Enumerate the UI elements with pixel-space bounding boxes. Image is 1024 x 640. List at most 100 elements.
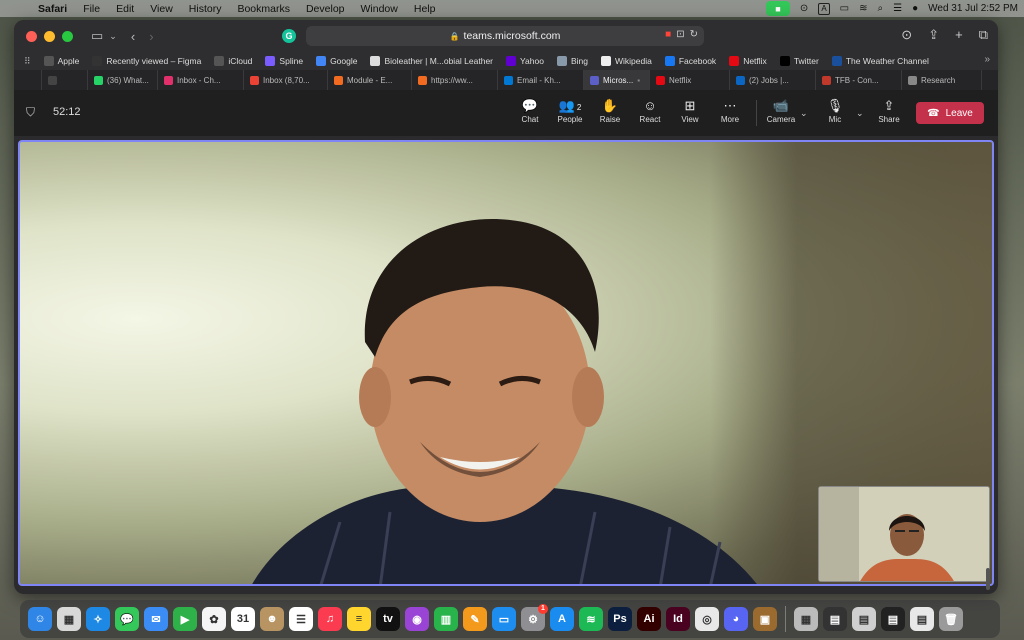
photoshop-app-icon[interactable]: Ps	[608, 607, 632, 631]
menu-bookmarks[interactable]: Bookmarks	[229, 3, 298, 15]
safari-app-icon[interactable]: ✧	[86, 607, 110, 631]
messages-app-icon[interactable]: 💬	[115, 607, 139, 631]
podcasts-app-icon[interactable]: ◉	[405, 607, 429, 631]
translate-icon[interactable]: ⊡	[676, 29, 684, 40]
bookmark-item[interactable]: Recently viewed – Figma	[92, 56, 201, 66]
raise-button[interactable]: ✋ Raise	[590, 98, 630, 124]
launchpad-app-icon[interactable]: ▦	[57, 607, 81, 631]
menu-develop[interactable]: Develop	[298, 3, 353, 15]
input-source-indicator[interactable]: A	[818, 2, 830, 15]
share-button[interactable]: ⇪ Share	[869, 98, 909, 124]
tab-camera-icon[interactable]: ▪	[637, 76, 640, 85]
mail-app-icon[interactable]: ✉	[144, 607, 168, 631]
control-center-icon[interactable]: ☰	[893, 3, 902, 14]
tab[interactable]: (2) Jobs |...	[730, 70, 816, 90]
menu-file[interactable]: File	[75, 3, 108, 15]
tab[interactable]	[42, 70, 88, 90]
camera-in-use-icon[interactable]: ■	[665, 29, 671, 40]
finder-app-icon[interactable]: ☺	[28, 607, 52, 631]
preview-app-icon[interactable]: ▣	[753, 607, 777, 631]
tab[interactable]: Research	[902, 70, 982, 90]
back-button[interactable]: ‹	[131, 29, 135, 44]
illustrator-app-icon[interactable]: Ai	[637, 607, 661, 631]
photos-app-icon[interactable]: ✿	[202, 607, 226, 631]
page-scrollbar[interactable]	[986, 568, 990, 590]
tab[interactable]: https://ww...	[412, 70, 498, 90]
tab[interactable]: Netflix	[650, 70, 730, 90]
music-app-icon[interactable]: ♫	[318, 607, 342, 631]
menu-app-name[interactable]: Safari	[30, 3, 75, 15]
bookmark-item[interactable]: Yahoo	[506, 56, 544, 66]
menu-edit[interactable]: Edit	[108, 3, 142, 15]
zoom-window-button[interactable]	[62, 30, 73, 42]
battery-icon[interactable]: ▭	[840, 3, 849, 14]
facetime-app-icon[interactable]: ▶	[173, 607, 197, 631]
bookmark-item[interactable]: Netflix	[729, 56, 767, 66]
siri-icon[interactable]: ●	[912, 3, 918, 14]
bookmark-item[interactable]: Facebook	[664, 56, 716, 66]
share-page-icon[interactable]: ⇪	[928, 27, 939, 43]
keynote-app-icon[interactable]: ▭	[492, 607, 516, 631]
numbers-app-icon[interactable]: ▥	[434, 607, 458, 631]
calculator-app-icon[interactable]: ▦	[794, 607, 818, 631]
bookmarks-overflow-icon[interactable]: »	[984, 54, 990, 65]
apple-tv-app-icon[interactable]: tv	[376, 607, 400, 631]
spotlight-search-icon[interactable]: ⌕	[878, 3, 884, 14]
tab[interactable]: Email - Kh...	[498, 70, 584, 90]
play-circle-icon[interactable]: ⊙	[800, 3, 808, 14]
bookmark-item[interactable]: Google	[316, 56, 357, 66]
wifi-icon[interactable]: ≋	[859, 3, 867, 14]
sidebar-toggle-icon[interactable]: ▭	[91, 28, 103, 44]
grid-dots-icon[interactable]: ⠿	[24, 56, 31, 67]
new-tab-icon[interactable]: +	[955, 27, 963, 43]
menu-view[interactable]: View	[142, 3, 181, 15]
address-bar[interactable]: 🔒 teams.microsoft.com ■ ⊡ ↻	[306, 26, 704, 46]
recent-window-3-app-icon[interactable]: ▤	[881, 607, 905, 631]
chevron-down-icon[interactable]: ⌄	[109, 31, 117, 42]
tab[interactable]: TFB - Con...	[816, 70, 902, 90]
bookmark-item[interactable]: Bing	[556, 56, 588, 66]
bookmark-item[interactable]: The Weather Channel	[831, 56, 929, 66]
tab[interactable]: (36) What...	[88, 70, 158, 90]
chat-button[interactable]: 💬 Chat	[510, 98, 550, 124]
bookmark-item[interactable]: Spline	[265, 56, 303, 66]
discord-app-icon[interactable]: ◕	[724, 607, 748, 631]
trash-app-icon[interactable]: 🗑	[939, 607, 963, 631]
more-button[interactable]: ⋯ More	[710, 98, 750, 124]
spotify-app-icon[interactable]: ≋	[579, 607, 603, 631]
minimize-window-button[interactable]	[44, 30, 55, 42]
bookmark-item[interactable]: Twitter	[779, 56, 819, 66]
leave-button[interactable]: ☎ Leave	[916, 102, 984, 124]
camera-button[interactable]: 📹 Camera	[761, 98, 801, 124]
bookmark-item[interactable]: Wikipedia	[600, 56, 652, 66]
forward-button[interactable]: ›	[149, 29, 153, 44]
react-button[interactable]: ☺ React	[630, 98, 670, 124]
close-window-button[interactable]	[26, 30, 37, 42]
notes-app-icon[interactable]: ≡	[347, 607, 371, 631]
recent-window-1-app-icon[interactable]: ▤	[823, 607, 847, 631]
reminders-app-icon[interactable]: ☰	[289, 607, 313, 631]
calendar-app-icon[interactable]: 31	[231, 607, 255, 631]
view-button[interactable]: ⊞ View	[670, 98, 710, 124]
menu-window[interactable]: Window	[353, 3, 406, 15]
mic-options-chevron-icon[interactable]: ⌄	[856, 108, 864, 119]
camera-options-chevron-icon[interactable]: ⌄	[800, 108, 808, 119]
pages-app-icon[interactable]: ✎	[463, 607, 487, 631]
tab-active[interactable]: Micros... ▪	[584, 70, 650, 90]
indesign-app-icon[interactable]: Id	[666, 607, 690, 631]
tab-overview-icon[interactable]: ⧉	[979, 27, 988, 43]
menu-help[interactable]: Help	[406, 3, 444, 15]
app-store-app-icon[interactable]: A	[550, 607, 574, 631]
grammarly-icon[interactable]: G	[282, 29, 296, 43]
bookmark-item[interactable]: iCloud	[214, 56, 252, 66]
contacts-app-icon[interactable]: ☻	[260, 607, 284, 631]
self-view-video[interactable]	[818, 486, 990, 582]
reload-icon[interactable]: ↻	[690, 29, 698, 40]
tab[interactable]: Module - E...	[328, 70, 412, 90]
bookmark-item[interactable]: Bioleather | M...obial Leather	[370, 56, 493, 66]
chrome-app-icon[interactable]: ◎	[695, 607, 719, 631]
mic-button[interactable]: 🎙 Mic	[815, 98, 855, 124]
people-button[interactable]: 👥 2 People	[550, 98, 590, 124]
bookmark-item[interactable]: Apple	[43, 56, 79, 66]
facetime-video-indicator-icon[interactable]: ■	[765, 1, 790, 16]
